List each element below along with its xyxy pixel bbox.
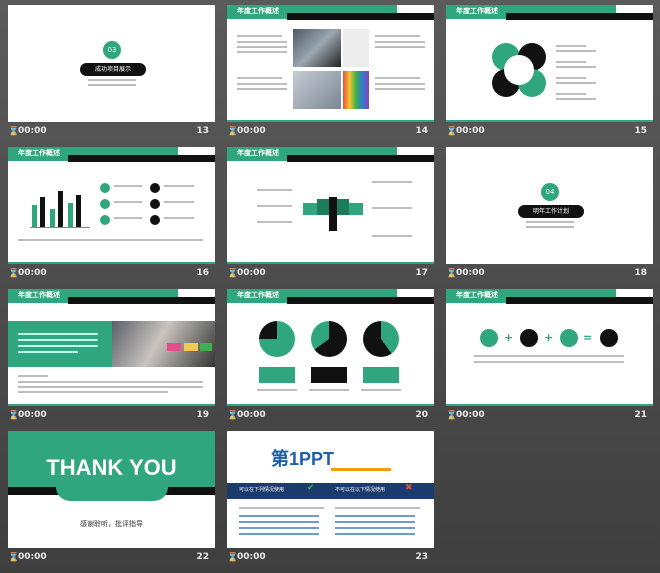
check-icon: ✔ [307, 483, 315, 493]
photo-business [293, 71, 341, 109]
slide-thumbnail[interactable]: 年度工作概述 [227, 5, 434, 122]
bar-chart [30, 183, 90, 228]
slide-number: 17 [415, 268, 428, 278]
monitor-icon [560, 329, 578, 347]
caption-box [259, 367, 295, 383]
slide-timing: 00:00 [456, 126, 485, 136]
photo-office [112, 321, 215, 367]
slide-header-title: 年度工作概述 [237, 291, 279, 299]
slide-header-title: 年度工作概述 [456, 7, 498, 15]
photo-pencils [343, 71, 369, 109]
slide-number: 18 [634, 268, 647, 278]
section-number-badge: 03 [103, 41, 121, 59]
slide-number: 14 [415, 126, 428, 136]
slide-timing: 00:00 [18, 126, 47, 136]
thank-you-text: THANK YOU [46, 455, 177, 480]
phone-icon [100, 183, 110, 193]
slide-number: 15 [634, 126, 647, 136]
text-panel [8, 321, 112, 367]
plus-icon: + [504, 331, 514, 344]
plus-icon: + [544, 331, 554, 344]
pie-chart [259, 321, 295, 357]
equals-icon: = [583, 331, 593, 344]
slide-thumbnail[interactable]: 第1PPT 可以在下列情况使用 ✔ 不可以在以下情况使用 ✖ [227, 431, 434, 548]
slide-number: 21 [634, 410, 647, 420]
slide-thumbnail[interactable]: 年度工作概述 + + = [446, 289, 653, 406]
ppt-logo: 第1PPT [271, 449, 335, 469]
slide-thumbnail[interactable]: 年度工作概述 [227, 289, 434, 406]
slide-header-title: 年度工作概述 [237, 149, 279, 157]
pie-chart [363, 321, 399, 357]
slide-timing: 00:00 [237, 126, 266, 136]
section-title-pill: 明年工作计划 [518, 205, 584, 218]
section-number-badge: 04 [541, 183, 559, 201]
pie-chart [311, 321, 347, 357]
not-allowed-heading: 不可以在以下情况使用 [335, 487, 386, 493]
cloud-icon [100, 215, 110, 225]
slide-number: 22 [196, 552, 209, 562]
location-icon [100, 199, 110, 209]
photo-city [293, 29, 341, 67]
slide-header-title: 年度工作概述 [237, 7, 279, 15]
slide-thumbnail[interactable]: 年度工作概述 [8, 147, 215, 264]
slide-meta: ⌛ 00:00 13 [8, 126, 215, 140]
caption-box [363, 367, 399, 383]
slide-number: 16 [196, 268, 209, 278]
slide-thumbnail[interactable]: THANK YOU 感谢聆听，批评指导 [8, 431, 215, 548]
slide-thumbnail[interactable]: 年度工作概述 [227, 147, 434, 264]
settings-icon [150, 215, 160, 225]
slide-header-title: 年度工作概述 [18, 291, 60, 299]
slide-timing: 00:00 [456, 268, 485, 278]
slide-timing: 00:00 [237, 552, 266, 562]
cross-icon: ✖ [405, 483, 413, 493]
slide-header-title: 年度工作概述 [456, 291, 498, 299]
photo-sketch [343, 29, 369, 67]
thumbs-up-icon [600, 329, 618, 347]
section-title-pill: 成功项目展示 [80, 63, 146, 76]
slide-thumbnail[interactable]: 年度工作概述 [446, 5, 653, 122]
user-icon [150, 199, 160, 209]
slide-number: 20 [415, 410, 428, 420]
slide-timing: 00:00 [237, 268, 266, 278]
allowed-heading: 可以在下列情况使用 [239, 487, 285, 493]
slide-number: 23 [415, 552, 428, 562]
slide-timing: 00:00 [18, 552, 47, 562]
caption-box [311, 367, 347, 383]
calendar-icon [480, 329, 498, 347]
slide-timing: 00:00 [237, 410, 266, 420]
slide-number: 19 [196, 410, 209, 420]
slide-timing: 00:00 [18, 268, 47, 278]
slide-number: 13 [196, 126, 209, 136]
slide-thumbnail[interactable]: 年度工作概述 [8, 289, 215, 406]
slide-timing: 00:00 [456, 410, 485, 420]
chat-icon [520, 329, 538, 347]
thank-you-subtitle: 感谢聆听，批评指导 [80, 520, 143, 528]
3d-cross-graphic [303, 197, 363, 231]
slide-thumbnail[interactable]: 03 成功项目展示 [8, 5, 215, 122]
logo-accent [331, 468, 391, 471]
slide-thumbnail[interactable]: 04 明年工作计划 [446, 147, 653, 264]
check-icon [150, 183, 160, 193]
slide-header-title: 年度工作概述 [18, 149, 60, 157]
slide-timing: 00:00 [18, 410, 47, 420]
